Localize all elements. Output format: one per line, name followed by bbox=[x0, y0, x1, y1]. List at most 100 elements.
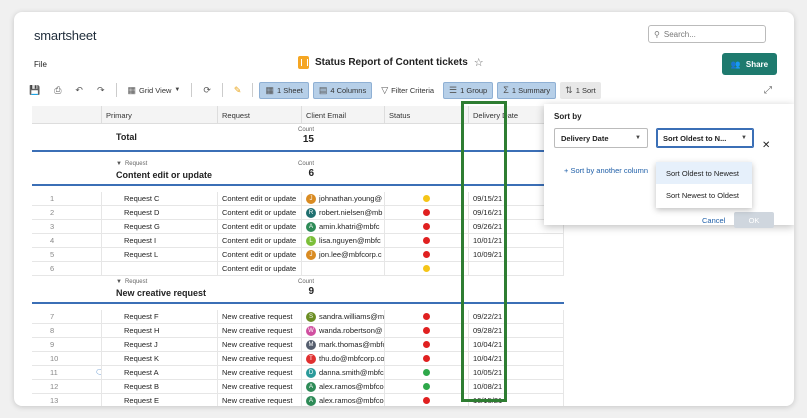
cell-request[interactable]: New creative request bbox=[218, 324, 302, 337]
cell-client-email[interactable]: Jjon.lee@mbfcorp.c bbox=[302, 248, 385, 261]
column-header-request[interactable]: Request bbox=[218, 106, 302, 123]
sort-option-newest-to-oldest[interactable]: Sort Newest to Oldest bbox=[656, 184, 752, 206]
sheet-filter-button[interactable]: ▦ 1 Sheet bbox=[259, 81, 309, 99]
cell-delivery-date[interactable]: 10/04/21 bbox=[469, 352, 564, 365]
cell-request[interactable]: Content edit or update bbox=[218, 206, 302, 219]
table-row[interactable]: 8 Request H New creative request Wwanda.rob… bbox=[32, 324, 564, 338]
cell-primary[interactable]: Request A bbox=[102, 366, 218, 379]
cell-status[interactable] bbox=[385, 352, 469, 365]
cell-primary[interactable]: Request H bbox=[102, 324, 218, 337]
cell-request[interactable]: Content edit or update bbox=[218, 192, 302, 205]
cell-primary[interactable] bbox=[102, 262, 218, 275]
cell-status[interactable] bbox=[385, 394, 469, 406]
table-row[interactable]: 12 Request B New creative request Aalex.ram… bbox=[32, 380, 564, 394]
cell-primary[interactable]: Request C bbox=[102, 192, 218, 205]
cell-primary[interactable]: Request K bbox=[102, 352, 218, 365]
cell-status[interactable] bbox=[385, 366, 469, 379]
cell-request[interactable]: New creative request bbox=[218, 366, 302, 379]
save-icon[interactable]: 💾 bbox=[24, 82, 45, 99]
cell-request[interactable]: Content edit or update bbox=[218, 234, 302, 247]
cell-primary[interactable]: Request F bbox=[102, 310, 218, 323]
table-row[interactable]: 10 Request K New creative request Tthu.do@m… bbox=[32, 352, 564, 366]
cell-primary[interactable]: Request D bbox=[102, 206, 218, 219]
cell-request[interactable]: Content edit or update bbox=[218, 220, 302, 233]
cell-delivery-date[interactable] bbox=[469, 262, 564, 275]
sort-order-select[interactable]: Sort Oldest to N... ▼ bbox=[656, 128, 754, 148]
cell-primary[interactable]: Request L bbox=[102, 248, 218, 261]
cell-client-email[interactable]: Mmark.thomas@mbfc bbox=[302, 338, 385, 351]
redo-icon[interactable]: ↷ bbox=[92, 82, 110, 99]
filter-button[interactable]: ▽ Filter Criteria bbox=[376, 82, 439, 99]
cell-client-email[interactable]: Ssandra.williams@m bbox=[302, 310, 385, 323]
add-sort-column-link[interactable]: + Sort by another column bbox=[564, 166, 648, 175]
cell-delivery-date[interactable]: 10/09/21 bbox=[469, 248, 564, 261]
cell-status[interactable] bbox=[385, 262, 469, 275]
cell-status[interactable] bbox=[385, 248, 469, 261]
collapse-caret-icon[interactable]: ▼ bbox=[116, 161, 122, 167]
cell-request[interactable]: New creative request bbox=[218, 310, 302, 323]
sort-option-oldest-to-newest[interactable]: Sort Oldest to Newest bbox=[656, 162, 752, 184]
cell-status[interactable] bbox=[385, 192, 469, 205]
remove-sort-close-icon[interactable]: ✕ bbox=[762, 140, 770, 151]
cell-client-email[interactable]: Aalex.ramos@mbfco bbox=[302, 394, 385, 406]
cell-request[interactable]: Content edit or update bbox=[218, 262, 302, 275]
cell-client-email[interactable]: Tthu.do@mbfcorp.co bbox=[302, 352, 385, 365]
table-row[interactable]: 13 Request E New creative request Aalex.ram… bbox=[32, 394, 564, 406]
cell-primary[interactable]: Request E bbox=[102, 394, 218, 406]
cancel-button[interactable]: Cancel bbox=[702, 216, 725, 225]
collapse-caret-icon[interactable]: ▼ bbox=[116, 279, 122, 285]
table-row[interactable]: 5 Request L Content edit or update Jjon.lee… bbox=[32, 248, 564, 262]
sort-field-select[interactable]: Delivery Date ▼ bbox=[554, 128, 648, 148]
file-menu[interactable]: File bbox=[34, 60, 47, 69]
cell-request[interactable]: Content edit or update bbox=[218, 248, 302, 261]
comment-icon[interactable]: 🗨 bbox=[95, 368, 101, 377]
table-row[interactable]: 11🗨Request ANew creative requestDdanna.s… bbox=[32, 366, 564, 380]
cell-delivery-date[interactable]: 10/08/21 bbox=[469, 380, 564, 393]
cell-client-email[interactable]: Ddanna.smith@mbfc bbox=[302, 366, 385, 379]
cell-client-email[interactable]: Wwanda.robertson@ bbox=[302, 324, 385, 337]
cell-delivery-date[interactable]: 09/28/21 bbox=[469, 324, 564, 337]
cell-client-email[interactable]: Aalex.ramos@mbfco bbox=[302, 380, 385, 393]
cell-client-email[interactable] bbox=[302, 262, 385, 275]
table-row[interactable]: 9 Request J New creative request Mmark.thom… bbox=[32, 338, 564, 352]
cell-request[interactable]: New creative request bbox=[218, 352, 302, 365]
cell-primary[interactable]: Request I bbox=[102, 234, 218, 247]
search-input[interactable] bbox=[663, 29, 754, 39]
cell-request[interactable]: New creative request bbox=[218, 394, 302, 406]
cell-client-email[interactable]: Rrobert.nielsen@mb bbox=[302, 206, 385, 219]
cell-primary[interactable]: Request B bbox=[102, 380, 218, 393]
cell-client-email[interactable]: Aamin.khatri@mbfc bbox=[302, 220, 385, 233]
table-row[interactable]: 3 Request G Content edit or update Aamin.kh… bbox=[32, 220, 564, 234]
table-row[interactable]: 2 Request D Content edit or update Rrobert.… bbox=[32, 206, 564, 220]
share-button[interactable]: 👥 Share bbox=[722, 53, 777, 75]
cell-primary[interactable]: Request J bbox=[102, 338, 218, 351]
favorite-star-icon[interactable]: ☆ bbox=[474, 56, 484, 69]
ok-button[interactable]: OK bbox=[734, 212, 774, 228]
table-row[interactable]: 4 Request I Content edit or update Llisa.ng… bbox=[32, 234, 564, 248]
grid-view-button[interactable]: ▦ Grid View ▼ bbox=[123, 82, 186, 99]
cell-delivery-date[interactable]: 10/05/21 bbox=[469, 366, 564, 379]
cell-status[interactable] bbox=[385, 338, 469, 351]
cell-primary[interactable]: Request G bbox=[102, 220, 218, 233]
cell-delivery-date[interactable]: 09/22/21 bbox=[469, 310, 564, 323]
table-row[interactable]: 7 Request F New creative request Ssandra.wi… bbox=[32, 310, 564, 324]
cell-status[interactable] bbox=[385, 310, 469, 323]
table-row[interactable]: 1 Request C Content edit or update Jjohnath… bbox=[32, 192, 564, 206]
refresh-icon[interactable]: ⟳ bbox=[198, 82, 216, 99]
column-header-client-email[interactable]: Client Email bbox=[302, 106, 385, 123]
cell-delivery-date[interactable]: 10/15/21 bbox=[469, 394, 564, 406]
cell-client-email[interactable]: Jjohnathan.young@ bbox=[302, 192, 385, 205]
highlight-icon[interactable]: ✎ bbox=[229, 82, 247, 99]
cell-request[interactable]: New creative request bbox=[218, 338, 302, 351]
search-box[interactable]: ⚲ bbox=[648, 25, 766, 43]
cell-delivery-date[interactable]: 10/01/21 bbox=[469, 234, 564, 247]
cell-status[interactable] bbox=[385, 380, 469, 393]
columns-button[interactable]: ▤ 4 Columns bbox=[312, 81, 373, 99]
group-button[interactable]: ☰ 1 Group bbox=[443, 81, 494, 99]
cell-status[interactable] bbox=[385, 234, 469, 247]
cell-delivery-date[interactable]: 10/04/21 bbox=[469, 338, 564, 351]
cell-request[interactable]: New creative request bbox=[218, 380, 302, 393]
cell-status[interactable] bbox=[385, 206, 469, 219]
column-header-primary[interactable]: Primary bbox=[102, 106, 218, 123]
cell-status[interactable] bbox=[385, 324, 469, 337]
